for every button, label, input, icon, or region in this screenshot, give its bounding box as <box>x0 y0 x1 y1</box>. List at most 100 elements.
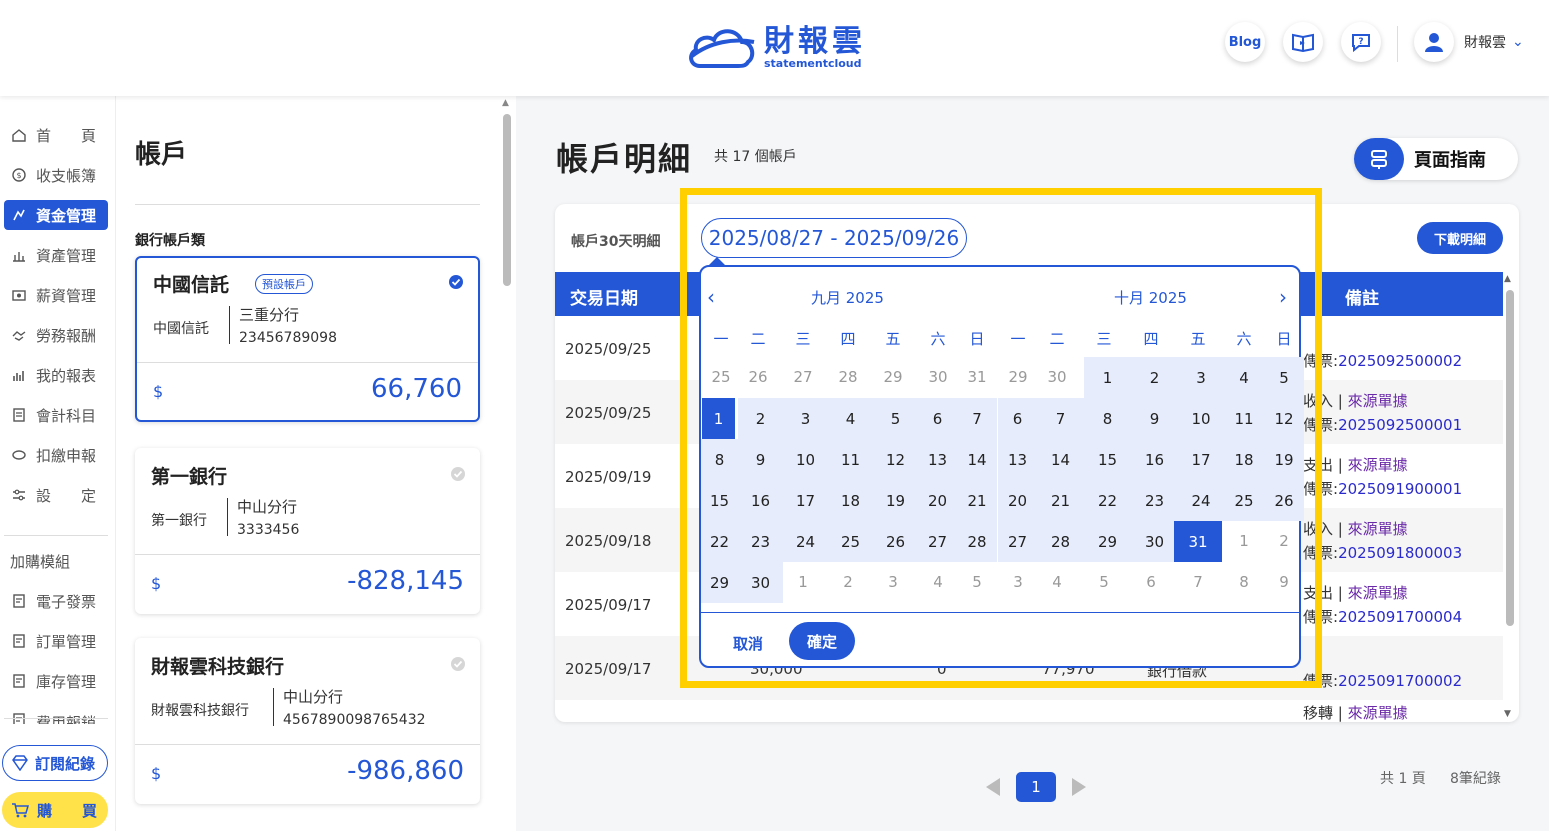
voucher-link[interactable]: 2025092500002 <box>1338 352 1462 370</box>
calendar-day[interactable]: 6 <box>918 398 957 439</box>
calendar-day[interactable]: 4 <box>1224 357 1264 398</box>
cancel-button[interactable]: 取消 <box>733 633 763 654</box>
confirm-button[interactable]: 確定 <box>789 622 855 660</box>
calendar-day[interactable]: 22 <box>701 521 738 562</box>
sidebar-item[interactable]: 首 頁 <box>4 120 108 150</box>
source-document-link[interactable]: 來源單據 <box>1348 392 1408 410</box>
calendar-day[interactable]: 9 <box>738 439 783 480</box>
calendar-day[interactable]: 3 <box>873 562 913 602</box>
calendar-day[interactable]: 20 <box>918 480 957 521</box>
calendar-day[interactable]: 13 <box>998 439 1037 480</box>
source-document-link[interactable]: 來源單據 <box>1348 456 1408 474</box>
calendar-day[interactable]: 1 <box>1224 521 1264 561</box>
calendar-day[interactable]: 10 <box>783 439 828 480</box>
calendar-day[interactable]: 21 <box>957 480 997 521</box>
calendar-day[interactable]: 30 <box>1037 357 1077 397</box>
prev-month-icon[interactable]: ‹ <box>707 285 715 309</box>
voucher-link[interactable]: 2025091700004 <box>1338 608 1462 626</box>
calendar-day[interactable]: 25 <box>701 357 741 397</box>
calendar-day[interactable]: 18 <box>1224 439 1264 480</box>
calendar-day[interactable]: 30 <box>1131 521 1178 562</box>
calendar-day[interactable]: 26 <box>738 357 778 397</box>
calendar-day[interactable]: 11 <box>1224 398 1264 439</box>
voucher-link[interactable]: 2025091900001 <box>1338 480 1462 498</box>
calendar-day[interactable]: 2 <box>1264 521 1304 561</box>
statementcloud-logo[interactable]: 財報雲 statementcloud <box>686 20 876 76</box>
sidebar-item[interactable]: 設 定 <box>4 480 108 510</box>
source-document-link[interactable]: 來源單據 <box>1348 704 1408 722</box>
calendar-day[interactable]: 1 <box>783 562 823 602</box>
sidebar-item[interactable]: $ 收支帳簿 <box>4 160 108 190</box>
voucher-link[interactable]: 2025091800003 <box>1338 544 1462 562</box>
calendar-day[interactable]: 8 <box>1084 398 1131 439</box>
calendar-day[interactable]: 21 <box>1037 480 1084 521</box>
next-page-icon[interactable] <box>1072 778 1086 796</box>
calendar-day[interactable]: 16 <box>1131 439 1178 480</box>
calendar-day[interactable]: 2 <box>738 398 783 439</box>
calendar-day[interactable]: 24 <box>1178 480 1224 521</box>
calendar-day[interactable]: 15 <box>701 480 738 521</box>
calendar-day[interactable]: 18 <box>828 480 873 521</box>
calendar-day[interactable]: 11 <box>828 439 873 480</box>
calendar-day[interactable]: 5 <box>873 398 918 439</box>
calendar-day[interactable]: 8 <box>1224 562 1264 602</box>
calendar-day[interactable]: 19 <box>1264 439 1304 480</box>
calendar-day[interactable]: 13 <box>918 439 957 480</box>
calendar-day[interactable]: 29 <box>1084 521 1131 562</box>
calendar-day[interactable]: 25 <box>1224 480 1264 521</box>
table-scrollbar-thumb[interactable] <box>1506 290 1514 626</box>
subscription-button[interactable]: 訂閱紀錄 <box>2 745 108 781</box>
calendar-day[interactable]: 31 <box>1174 521 1222 562</box>
page-number-button[interactable]: 1 <box>1016 772 1056 802</box>
calendar-day[interactable]: 5 <box>957 562 997 602</box>
next-month-icon[interactable]: › <box>1279 285 1287 309</box>
calendar-day[interactable]: 3 <box>1178 357 1224 398</box>
calendar-day[interactable]: 9 <box>1131 398 1178 439</box>
sidebar-item[interactable]: 訂單管理 <box>4 626 108 656</box>
calendar-day[interactable]: 7 <box>957 398 997 439</box>
calendar-day[interactable]: 25 <box>828 521 873 562</box>
calendar-day[interactable]: 14 <box>1037 439 1084 480</box>
calendar-day[interactable]: 9 <box>1264 562 1304 602</box>
calendar-day[interactable]: 3 <box>998 562 1038 602</box>
calendar-day[interactable]: 23 <box>1131 480 1178 521</box>
calendar-day[interactable]: 6 <box>1131 562 1171 602</box>
blog-button[interactable]: Blog <box>1225 22 1265 62</box>
source-document-link[interactable]: 來源單據 <box>1348 520 1408 538</box>
page-guide-button[interactable]: 頁面指南 <box>1354 138 1518 180</box>
calendar-day[interactable]: 28 <box>828 357 868 397</box>
calendar-day[interactable]: 27 <box>783 357 823 397</box>
calendar-day[interactable]: 14 <box>957 439 997 480</box>
account-card[interactable]: 第一銀行 第一銀行 中山分行 3333456 $ -828,145 <box>135 448 480 614</box>
calendar-day[interactable]: 19 <box>873 480 918 521</box>
user-menu[interactable]: 財報雲 ⌄ <box>1414 22 1524 62</box>
calendar-day[interactable]: 17 <box>1178 439 1224 480</box>
prev-page-icon[interactable] <box>986 778 1000 796</box>
calendar-day[interactable]: 29 <box>701 562 738 603</box>
sidebar-item[interactable]: 費用報銷 <box>4 706 108 724</box>
calendar-day[interactable]: 1 <box>702 398 735 439</box>
scrollbar-thumb[interactable] <box>503 114 511 286</box>
calendar-day[interactable]: 4 <box>1037 562 1077 602</box>
sidebar-item[interactable]: 會計科目 <box>4 400 108 430</box>
calendar-day[interactable]: 27 <box>998 521 1037 562</box>
sidebar-item[interactable]: 扣繳申報 <box>4 440 108 470</box>
calendar-day[interactable]: 1 <box>1084 357 1131 398</box>
calendar-day[interactable]: 28 <box>957 521 997 562</box>
calendar-day[interactable]: 10 <box>1178 398 1224 439</box>
account-card[interactable]: 中國信託 預設帳戶 中國信託 三重分行 23456789098 $66,760 <box>135 256 480 422</box>
calendar-day[interactable]: 2 <box>1131 357 1178 398</box>
calendar-day[interactable]: 12 <box>1264 398 1304 439</box>
calendar-day[interactable]: 30 <box>918 357 958 397</box>
calendar-day[interactable]: 5 <box>1084 562 1124 602</box>
voucher-link[interactable]: 2025092500001 <box>1338 416 1462 434</box>
calendar-day[interactable]: 17 <box>783 480 828 521</box>
table-row[interactable]: 移轉 | 來源單據 <box>555 700 1503 722</box>
sidebar-item[interactable]: 勞務報酬 <box>4 320 108 350</box>
calendar-day[interactable]: 5 <box>1264 357 1304 398</box>
calendar-day[interactable]: 29 <box>998 357 1038 397</box>
calendar-day[interactable]: 26 <box>873 521 918 562</box>
calendar-day[interactable]: 2 <box>828 562 868 602</box>
calendar-day[interactable]: 27 <box>918 521 957 562</box>
calendar-day[interactable]: 3 <box>783 398 828 439</box>
